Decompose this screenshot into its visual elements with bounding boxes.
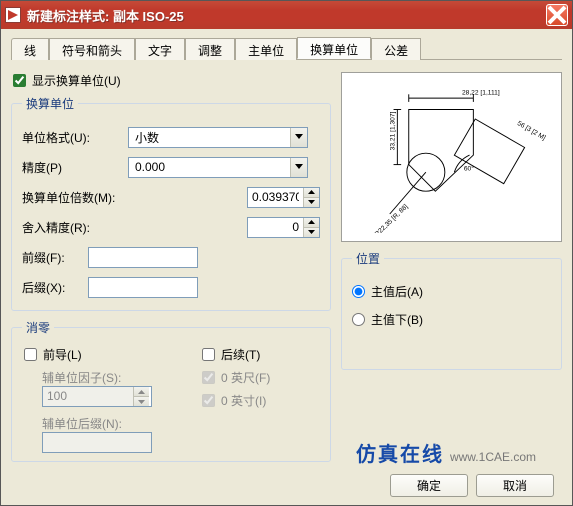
app-icon <box>5 7 21 23</box>
inches-label: 0 英寸(I) <box>221 392 266 409</box>
brand-cn: 仿真在线 <box>356 438 444 467</box>
precision-value: 0.000 <box>129 160 290 174</box>
prefix-label: 前缀(F): <box>22 249 82 266</box>
titlebar: 新建标注样式: 副本 ISO-25 <box>1 1 572 29</box>
tab-text[interactable]: 文字 <box>135 38 185 60</box>
tab-primary-units[interactable]: 主单位 <box>235 38 297 60</box>
precision-select[interactable]: 0.000 <box>128 157 308 178</box>
spin-up-icon[interactable] <box>304 188 319 198</box>
right-column: 28,22 [1,111] 33,21 [1,307] 56 [3 [2 M] … <box>341 72 562 470</box>
svg-text:60°: 60° <box>464 164 474 172</box>
tab-lines[interactable]: 线 <box>11 38 49 60</box>
tab-fit[interactable]: 调整 <box>185 38 235 60</box>
prefix-input[interactable] <box>88 247 198 268</box>
svg-text:56 [3 [2 M]: 56 [3 [2 M] <box>516 120 547 142</box>
chevron-down-icon[interactable] <box>290 158 307 177</box>
suffix-label: 后缀(X): <box>22 279 82 296</box>
round-value[interactable] <box>248 218 303 237</box>
tab-tolerances[interactable]: 公差 <box>371 38 421 60</box>
content: 显示换算单位(U) 换算单位 单位格式(U): 小数 精度(P) <box>11 72 562 470</box>
unit-format-value: 小数 <box>129 129 290 146</box>
brand-url: www.1CAE.com <box>450 450 536 464</box>
sub-unit-suffix-label: 辅单位后缀(N): <box>42 415 194 432</box>
round-spinner[interactable] <box>247 217 320 238</box>
tab-alternate-units[interactable]: 换算单位 <box>297 37 371 59</box>
sub-unit-factor-block: 辅单位因子(S): 辅单位后缀(N): <box>42 369 194 453</box>
unit-format-select[interactable]: 小数 <box>128 127 308 148</box>
spin-down-icon[interactable] <box>304 198 319 207</box>
spin-down-icon[interactable] <box>304 228 319 237</box>
spin-up-icon <box>134 387 149 397</box>
mult-label: 换算单位倍数(M): <box>22 189 152 206</box>
position-below-label: 主值下(B) <box>371 311 423 328</box>
feet-input <box>202 371 215 384</box>
leading-checkbox[interactable]: 前导(L) <box>24 346 194 363</box>
position-legend: 位置 <box>352 250 384 267</box>
round-label: 舍入精度(R): <box>22 219 122 236</box>
close-button[interactable] <box>546 4 568 26</box>
sub-unit-factor-spinner <box>42 386 152 407</box>
precision-label: 精度(P) <box>22 159 122 176</box>
preview-panel: 28,22 [1,111] 33,21 [1,307] 56 [3 [2 M] … <box>341 72 562 242</box>
client-area: 线 符号和箭头 文字 调整 主单位 换算单位 公差 显示换算单位(U) 换算单位… <box>1 29 572 505</box>
leading-input[interactable] <box>24 348 37 361</box>
group-alt-legend: 换算单位 <box>22 95 78 112</box>
ok-button[interactable]: 确定 <box>390 474 468 497</box>
position-after-input[interactable] <box>352 285 365 298</box>
position-after-radio[interactable]: 主值后(A) <box>352 277 551 305</box>
dialog-window: 新建标注样式: 副本 ISO-25 线 符号和箭头 文字 调整 主单位 换算单位… <box>0 0 573 506</box>
sub-unit-suffix-input <box>42 432 152 453</box>
mult-spinner[interactable] <box>247 187 320 208</box>
svg-text:R22,35 [R, 88]: R22,35 [R, 88] <box>374 203 410 233</box>
show-alt-units-checkbox[interactable]: 显示换算单位(U) <box>13 72 331 89</box>
row-suffix: 后缀(X): <box>22 272 320 302</box>
zero-legend: 消零 <box>22 319 54 336</box>
show-alt-units-input[interactable] <box>13 74 26 87</box>
sub-unit-factor-label: 辅单位因子(S): <box>42 369 194 386</box>
spin-up-icon[interactable] <box>304 218 319 228</box>
sub-unit-factor-value <box>43 387 133 406</box>
suffix-input[interactable] <box>88 277 198 298</box>
inches-input <box>202 394 215 407</box>
inches-checkbox: 0 英寸(I) <box>202 392 320 409</box>
tab-strip: 线 符号和箭头 文字 调整 主单位 换算单位 公差 <box>11 37 562 60</box>
position-below-radio[interactable]: 主值下(B) <box>352 305 551 333</box>
watermark: 仿真在线 www.1CAE.com <box>356 438 536 467</box>
leading-label: 前导(L) <box>43 346 82 363</box>
cancel-button[interactable]: 取消 <box>476 474 554 497</box>
svg-text:28,22 [1,111]: 28,22 [1,111] <box>462 89 500 96</box>
preview-drawing: 28,22 [1,111] 33,21 [1,307] 56 [3 [2 M] … <box>350 81 553 233</box>
row-multiplier: 换算单位倍数(M): <box>22 182 320 212</box>
group-alt-units: 换算单位 单位格式(U): 小数 精度(P) 0.000 <box>11 95 331 311</box>
mult-value[interactable] <box>248 188 303 207</box>
group-position: 位置 主值后(A) 主值下(B) <box>341 250 562 370</box>
left-column: 显示换算单位(U) 换算单位 单位格式(U): 小数 精度(P) <box>11 72 331 470</box>
row-prefix: 前缀(F): <box>22 242 320 272</box>
unit-format-label: 单位格式(U): <box>22 129 122 146</box>
row-precision: 精度(P) 0.000 <box>22 152 320 182</box>
trailing-checkbox[interactable]: 后续(T) <box>202 346 320 363</box>
trailing-label: 后续(T) <box>221 346 260 363</box>
feet-label: 0 英尺(F) <box>221 369 270 386</box>
trailing-input[interactable] <box>202 348 215 361</box>
show-alt-units-label: 显示换算单位(U) <box>32 72 121 89</box>
position-after-label: 主值后(A) <box>371 283 423 300</box>
tab-symbols[interactable]: 符号和箭头 <box>49 38 135 60</box>
row-unit-format: 单位格式(U): 小数 <box>22 122 320 152</box>
position-below-input[interactable] <box>352 313 365 326</box>
group-zero-suppress: 消零 前导(L) 辅单位因子(S): <box>11 319 331 462</box>
row-round: 舍入精度(R): <box>22 212 320 242</box>
spin-down-icon <box>134 397 149 406</box>
footer: 确定 取消 <box>390 474 554 497</box>
feet-checkbox: 0 英尺(F) <box>202 369 320 386</box>
window-title: 新建标注样式: 副本 ISO-25 <box>27 6 546 25</box>
svg-text:33,21 [1,307]: 33,21 [1,307] <box>390 111 397 150</box>
chevron-down-icon[interactable] <box>290 128 307 147</box>
